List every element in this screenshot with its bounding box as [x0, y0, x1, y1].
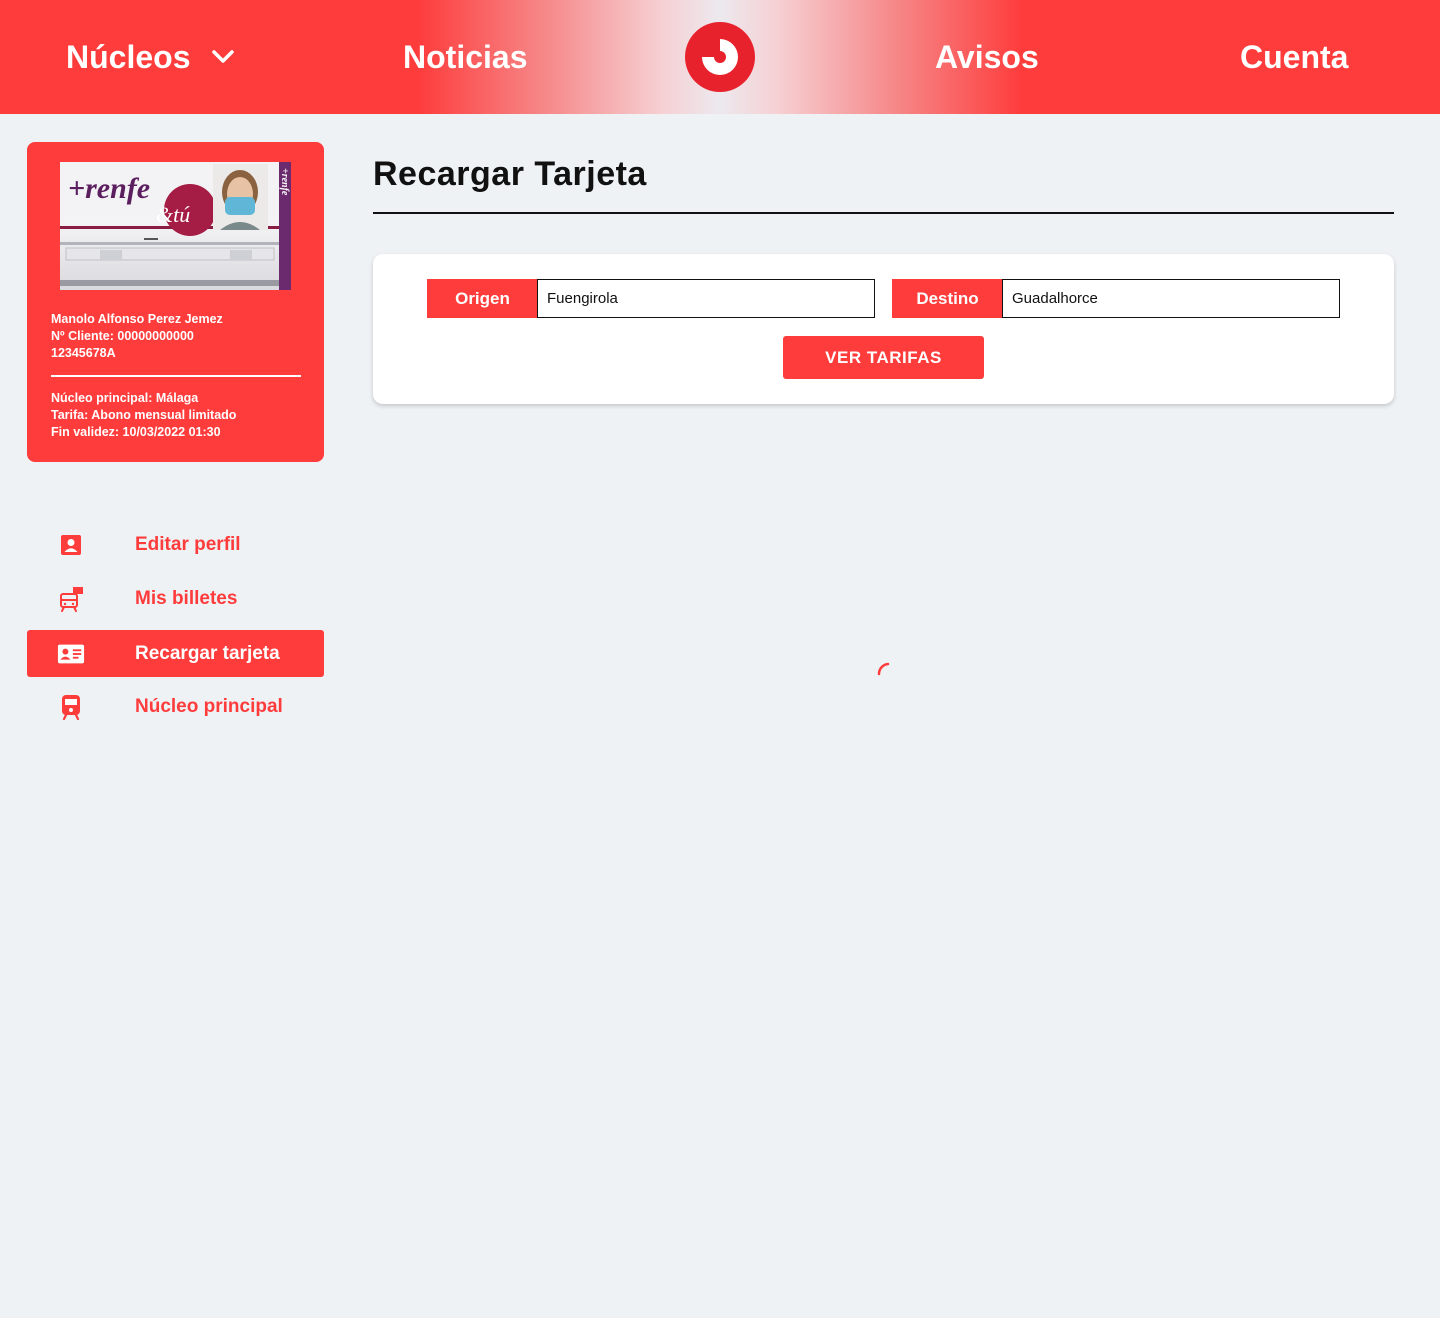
page-title: Recargar Tarjeta	[373, 155, 647, 193]
loading-spinner-icon	[874, 659, 898, 683]
chevron-down-icon	[212, 50, 235, 64]
origen-label: Origen	[427, 279, 538, 318]
sidebar-item-recargar-tarjeta[interactable]: Recargar tarjeta	[27, 630, 324, 677]
profile-subscription-info: Núcleo principal: Málaga Tarifa: Abono m…	[51, 390, 236, 441]
destino-label: Destino	[892, 279, 1003, 318]
profile-tarifa: Tarifa: Abono mensual limitado	[51, 408, 237, 422]
nav-noticias-link[interactable]: Noticias	[403, 0, 527, 114]
train-ticket-icon	[57, 585, 85, 613]
card-side-text: +renfe	[279, 168, 290, 196]
nav-cuenta-label: Cuenta	[1240, 38, 1349, 75]
nav-nucleos-dropdown[interactable]: Núcleos	[66, 0, 235, 114]
profile-nucleo: Núcleo principal: Málaga	[51, 391, 199, 405]
card-divider	[51, 375, 301, 377]
profile-validity: Fin validez: 10/03/2022 01:30	[51, 425, 221, 439]
top-navigation-bar: Núcleos Noticias Avisos Cuenta	[0, 0, 1440, 114]
card-logo-text: +renfe	[68, 172, 150, 205]
sidebar-item-mis-billetes[interactable]: Mis billetes	[27, 575, 324, 622]
nav-cuenta-link[interactable]: Cuenta	[1240, 0, 1348, 114]
id-card-icon	[57, 640, 85, 668]
nav-avisos-link[interactable]: Avisos	[935, 0, 1039, 114]
sidebar-item-nucleo-principal[interactable]: Núcleo principal	[27, 683, 324, 730]
train-icon	[57, 693, 85, 721]
renfe-logo-icon[interactable]	[685, 22, 755, 92]
origen-input[interactable]	[537, 279, 875, 318]
title-divider	[373, 212, 1394, 214]
profile-name: Manolo Alfonso Perez Jemez	[51, 312, 223, 326]
sidebar-item-label: Núcleo principal	[135, 695, 283, 717]
sidebar-item-editar-perfil[interactable]: Editar perfil	[27, 521, 324, 568]
renfe-card-image: +renfe &tú +renfe	[60, 162, 291, 290]
profile-info: Manolo Alfonso Perez Jemez Nº Cliente: 0…	[51, 311, 223, 362]
sidebar-item-label: Editar perfil	[135, 533, 241, 555]
sidebar-item-label: Mis billetes	[135, 587, 238, 609]
user-profile-icon	[57, 531, 85, 559]
destino-input[interactable]	[1002, 279, 1340, 318]
nav-avisos-label: Avisos	[935, 38, 1039, 75]
ver-tarifas-button[interactable]: VER TARIFAS	[783, 336, 984, 379]
card-logo-subtext: &tú	[156, 202, 190, 227]
profile-client-number: Nº Cliente: 00000000000	[51, 329, 194, 343]
profile-card: +renfe &tú +renfe Manolo Alfonso Perez J…	[27, 142, 324, 462]
route-search-form: Origen Destino VER TARIFAS	[373, 254, 1394, 404]
nav-nucleos-label: Núcleos	[66, 38, 191, 75]
sidebar-item-label: Recargar tarjeta	[135, 642, 280, 664]
profile-id-document: 12345678A	[51, 346, 116, 360]
nav-noticias-label: Noticias	[403, 38, 528, 75]
